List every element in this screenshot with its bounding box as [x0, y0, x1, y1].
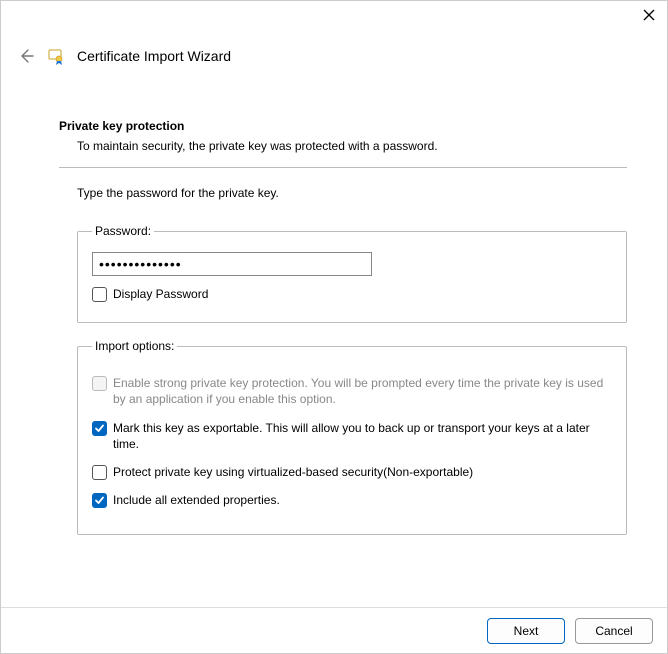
- option-strong-protection: Enable strong private key protection. Yo…: [92, 375, 612, 407]
- section-heading: Private key protection: [59, 119, 627, 133]
- password-input[interactable]: [92, 252, 372, 276]
- import-options-legend: Import options:: [92, 339, 177, 353]
- password-legend: Password:: [92, 224, 154, 238]
- option-strong-protection-checkbox: [92, 376, 107, 391]
- wizard-title: Certificate Import Wizard: [77, 48, 231, 64]
- display-password-row[interactable]: Display Password: [92, 286, 612, 302]
- option-vbs-protect-checkbox[interactable]: [92, 465, 107, 480]
- divider: [59, 167, 627, 168]
- option-extended-props[interactable]: Include all extended properties.: [92, 492, 612, 508]
- content-area: Private key protection To maintain secur…: [1, 71, 667, 535]
- import-options-group: Import options: Enable strong private ke…: [77, 339, 627, 535]
- password-group: Password: Display Password: [77, 224, 627, 323]
- display-password-label: Display Password: [113, 286, 208, 302]
- close-icon[interactable]: [641, 7, 657, 23]
- title-bar: [1, 1, 667, 35]
- option-exportable-label: Mark this key as exportable. This will a…: [113, 420, 612, 452]
- footer: Next Cancel: [1, 607, 667, 653]
- section-subtext: To maintain security, the private key wa…: [77, 139, 627, 153]
- option-vbs-protect-label: Protect private key using virtualized-ba…: [113, 464, 473, 480]
- next-button[interactable]: Next: [487, 618, 565, 644]
- option-strong-protection-label: Enable strong private key protection. Yo…: [113, 375, 612, 407]
- certificate-icon: [47, 47, 65, 65]
- back-arrow-icon[interactable]: [17, 47, 35, 65]
- option-exportable[interactable]: Mark this key as exportable. This will a…: [92, 420, 612, 452]
- option-extended-props-checkbox[interactable]: [92, 493, 107, 508]
- cancel-button[interactable]: Cancel: [575, 618, 653, 644]
- wizard-header: Certificate Import Wizard: [1, 35, 667, 71]
- instruction-text: Type the password for the private key.: [77, 186, 627, 200]
- option-extended-props-label: Include all extended properties.: [113, 492, 280, 508]
- option-vbs-protect[interactable]: Protect private key using virtualized-ba…: [92, 464, 612, 480]
- display-password-checkbox[interactable]: [92, 287, 107, 302]
- option-exportable-checkbox[interactable]: [92, 421, 107, 436]
